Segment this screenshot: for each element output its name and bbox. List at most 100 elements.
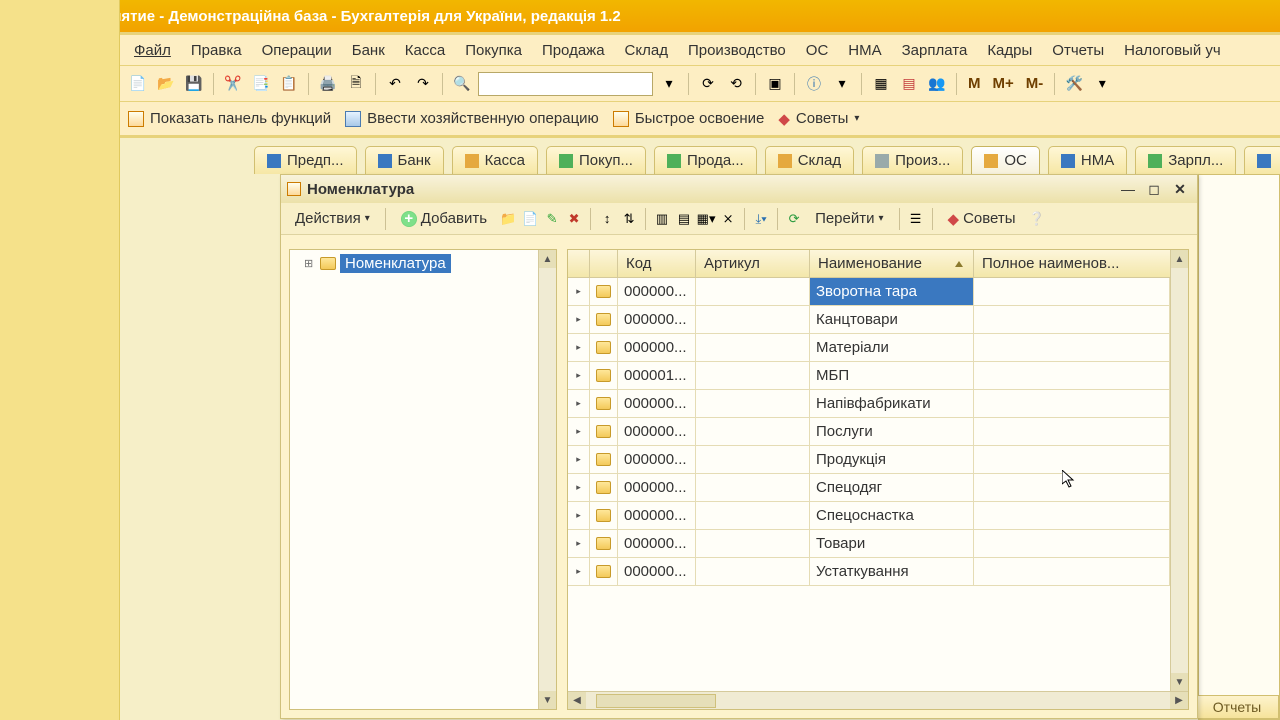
table-row[interactable]: ▸000000...Устаткування bbox=[568, 558, 1170, 586]
tab-sales[interactable]: Прода... bbox=[654, 146, 757, 174]
menu-nma[interactable]: НМА bbox=[840, 39, 889, 62]
users-icon[interactable]: 👥 bbox=[925, 72, 949, 96]
col-article[interactable]: Артикул bbox=[696, 250, 810, 277]
tab-salary[interactable]: Зарпл... bbox=[1135, 146, 1236, 174]
copy-icon[interactable]: 📑 bbox=[249, 72, 273, 96]
m-plus-button[interactable]: M+ bbox=[989, 75, 1018, 92]
tab-os[interactable]: ОС bbox=[971, 146, 1040, 174]
tab-more[interactable] bbox=[1244, 146, 1280, 174]
scroll-right-icon[interactable]: ▶ bbox=[1170, 692, 1188, 709]
menu-os[interactable]: ОС bbox=[798, 39, 837, 62]
menu-file[interactable]: Файл bbox=[126, 39, 179, 62]
tab-cash[interactable]: Касса bbox=[452, 146, 538, 174]
col-code[interactable]: Код bbox=[618, 250, 696, 277]
refresh-icon[interactable]: ⟳ bbox=[785, 210, 803, 228]
refresh2-icon[interactable]: ⟲ bbox=[724, 72, 748, 96]
hierarchy-icon[interactable]: ⇅ bbox=[620, 210, 638, 228]
row-expand-icon[interactable]: ▸ bbox=[568, 446, 590, 473]
menu-tax[interactable]: Налоговый уч bbox=[1116, 39, 1229, 62]
row-expand-icon[interactable]: ▸ bbox=[568, 278, 590, 305]
menu-stock[interactable]: Склад bbox=[617, 39, 676, 62]
col-icon[interactable] bbox=[590, 250, 618, 277]
calendar-icon[interactable]: ▤ bbox=[897, 72, 921, 96]
menu-edit[interactable]: Правка bbox=[183, 39, 250, 62]
menu-cash[interactable]: Касса bbox=[397, 39, 453, 62]
undo-icon[interactable]: ↶ bbox=[383, 72, 407, 96]
paste-icon[interactable]: 📋 bbox=[277, 72, 301, 96]
tree-root-row[interactable]: ⊞ Номенклатура bbox=[290, 250, 556, 277]
tab-enterprise[interactable]: Предп... bbox=[254, 146, 357, 174]
table-row[interactable]: ▸000001...МБП bbox=[568, 362, 1170, 390]
menu-reports[interactable]: Отчеты bbox=[1044, 39, 1112, 62]
tips[interactable]: ◆Советы▾ bbox=[778, 110, 859, 128]
copy-item-icon[interactable]: 📄 bbox=[521, 210, 539, 228]
expand-icon[interactable]: ⊞ bbox=[304, 257, 316, 270]
menu-operations[interactable]: Операции bbox=[254, 39, 340, 62]
save-icon[interactable]: 💾 bbox=[182, 72, 206, 96]
move-icon[interactable]: ↕ bbox=[598, 210, 616, 228]
table-row[interactable]: ▸000000...Спецоснастка bbox=[568, 502, 1170, 530]
row-expand-icon[interactable]: ▸ bbox=[568, 474, 590, 501]
tree-scrollbar[interactable]: ▲ ▼ bbox=[538, 250, 556, 709]
col-fullname[interactable]: Полное наименов... bbox=[974, 250, 1188, 277]
row-expand-icon[interactable]: ▸ bbox=[568, 306, 590, 333]
row-expand-icon[interactable]: ▸ bbox=[568, 418, 590, 445]
open-icon[interactable]: 📂 bbox=[154, 72, 178, 96]
row-expand-icon[interactable]: ▸ bbox=[568, 502, 590, 529]
dropdown-icon[interactable]: ▾ bbox=[657, 72, 681, 96]
menu-sales[interactable]: Продажа bbox=[534, 39, 613, 62]
actions-menu[interactable]: Действия▾ bbox=[287, 208, 378, 229]
filter-icon[interactable]: ▥ bbox=[653, 210, 671, 228]
clear-filter-icon[interactable]: ⨯ bbox=[719, 210, 737, 228]
filter2-icon[interactable]: ▤ bbox=[675, 210, 693, 228]
tab-nma[interactable]: НМА bbox=[1048, 146, 1127, 174]
row-expand-icon[interactable]: ▸ bbox=[568, 390, 590, 417]
tab-purchase[interactable]: Покуп... bbox=[546, 146, 646, 174]
list-icon[interactable]: ☰ bbox=[907, 210, 925, 228]
grid-hscroll[interactable]: ◀ ▶ bbox=[568, 691, 1188, 709]
tools-icon[interactable]: 🛠️ bbox=[1062, 72, 1086, 96]
minimize-button[interactable]: — bbox=[1117, 180, 1139, 198]
dropdown3-icon[interactable]: ▾ bbox=[1090, 72, 1114, 96]
tab-stock[interactable]: Склад bbox=[765, 146, 854, 174]
menu-production[interactable]: Производство bbox=[680, 39, 794, 62]
table-row[interactable]: ▸000000...Продукція bbox=[568, 446, 1170, 474]
reports-footer[interactable]: Отчеты bbox=[1195, 695, 1279, 719]
scroll-track[interactable] bbox=[586, 692, 1170, 709]
filter3-icon[interactable]: ▦▾ bbox=[697, 210, 715, 228]
tab-production[interactable]: Произ... bbox=[862, 146, 963, 174]
close-button[interactable]: ✕ bbox=[1169, 180, 1191, 198]
col-toggle[interactable] bbox=[568, 250, 590, 277]
table-row[interactable]: ▸000000...Канцтовари bbox=[568, 306, 1170, 334]
enter-operation[interactable]: Ввести хозяйственную операцию bbox=[345, 110, 599, 127]
menu-staff[interactable]: Кадры bbox=[979, 39, 1040, 62]
table-row[interactable]: ▸000000...Напівфабрикати bbox=[568, 390, 1170, 418]
table-row[interactable]: ▸000000...Товари bbox=[568, 530, 1170, 558]
windows-icon[interactable]: ▣ bbox=[763, 72, 787, 96]
find-icon[interactable]: 🔍 bbox=[450, 72, 474, 96]
tab-bank[interactable]: Банк bbox=[365, 146, 444, 174]
quick-learn[interactable]: Быстрое освоение bbox=[613, 110, 765, 127]
goto-menu[interactable]: Перейти▾ bbox=[807, 208, 891, 229]
row-expand-icon[interactable]: ▸ bbox=[568, 558, 590, 585]
menu-bank[interactable]: Банк bbox=[344, 39, 393, 62]
m-button[interactable]: M bbox=[964, 75, 985, 92]
col-name[interactable]: Наименование bbox=[810, 250, 974, 277]
scroll-left-icon[interactable]: ◀ bbox=[568, 692, 586, 709]
maximize-button[interactable]: ◻ bbox=[1143, 180, 1165, 198]
table-icon[interactable]: ▦ bbox=[869, 72, 893, 96]
cut-icon[interactable]: ✂️ bbox=[221, 72, 245, 96]
search-input[interactable] bbox=[478, 72, 653, 96]
table-row[interactable]: ▸000000...Зворотна тара bbox=[568, 278, 1170, 306]
print-icon[interactable]: 🖨️ bbox=[316, 72, 340, 96]
table-row[interactable]: ▸000000...Матеріали bbox=[568, 334, 1170, 362]
delete-icon[interactable]: ✖ bbox=[565, 210, 583, 228]
redo-icon[interactable]: ↷ bbox=[411, 72, 435, 96]
new-doc-icon[interactable]: 📄 bbox=[126, 72, 150, 96]
add-button[interactable]: + Добавить bbox=[393, 208, 495, 229]
table-row[interactable]: ▸000000...Послуги bbox=[568, 418, 1170, 446]
scroll-down-icon[interactable]: ▼ bbox=[539, 691, 556, 709]
menu-salary[interactable]: Зарплата bbox=[894, 39, 976, 62]
scroll-thumb[interactable] bbox=[596, 694, 716, 708]
row-expand-icon[interactable]: ▸ bbox=[568, 530, 590, 557]
